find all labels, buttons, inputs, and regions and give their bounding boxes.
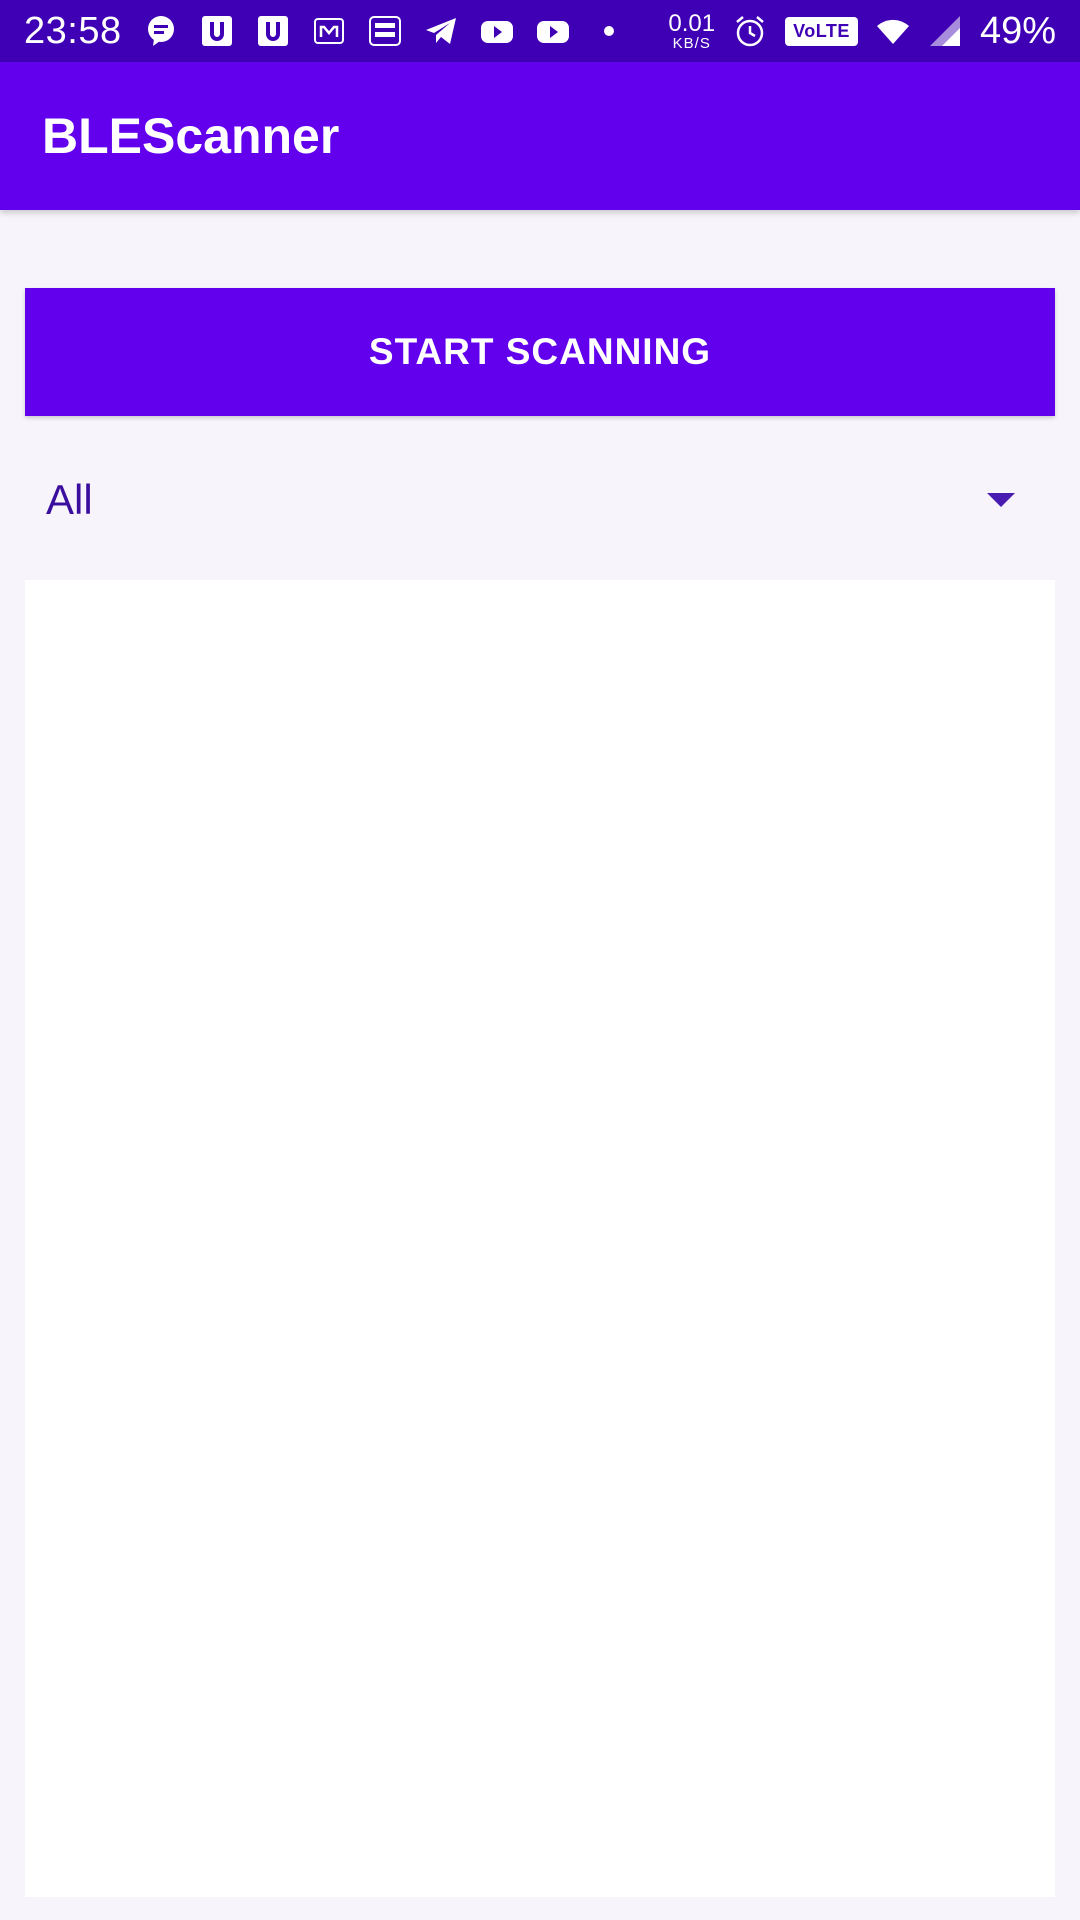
payzapp-icon (368, 14, 402, 48)
device-list[interactable] (25, 580, 1055, 1897)
battery-percent: 49% (979, 9, 1056, 52)
dropdown-arrow-icon (987, 493, 1015, 507)
notification-icons (144, 14, 669, 48)
wifi-icon (876, 14, 910, 48)
volte-badge: VoLTE (785, 16, 858, 46)
u-app-icon-2 (256, 14, 290, 48)
dot-icon (592, 14, 626, 48)
youtube-icon-2 (536, 14, 570, 48)
telegram-icon (424, 14, 458, 48)
filter-dropdown[interactable]: All (25, 460, 1055, 540)
status-bar: 23:58 0.01 KB/S VoLTE 49% (0, 0, 1080, 62)
chat-bubble-icon (144, 14, 178, 48)
system-indicators: 0.01 KB/S VoLTE 49% (668, 10, 1056, 53)
m-app-icon (312, 14, 346, 48)
net-speed-unit: KB/S (672, 34, 711, 52)
net-speed: 0.01 KB/S (668, 9, 716, 52)
alarm-icon (733, 14, 767, 48)
cell-signal-icon (928, 14, 962, 48)
youtube-icon (480, 14, 514, 48)
net-speed-value: 0.01 (668, 9, 716, 37)
status-time: 23:58 (24, 9, 122, 52)
u-app-icon (200, 14, 234, 48)
app-bar: BLEScanner (0, 62, 1080, 210)
filter-selected-value: All (46, 476, 93, 523)
app-title: BLEScanner (42, 108, 340, 164)
start-scanning-button[interactable]: START SCANNING (25, 288, 1055, 416)
